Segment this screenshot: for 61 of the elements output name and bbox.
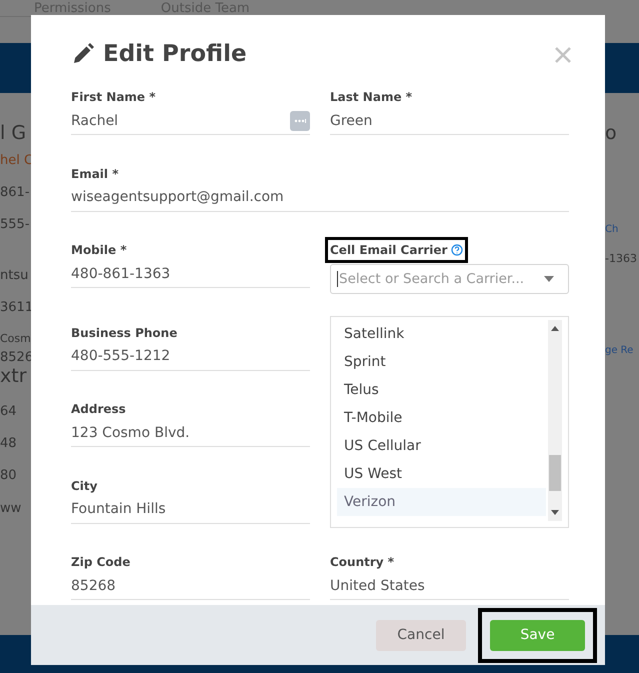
background-text: 80 [0, 469, 17, 484]
dropdown-option[interactable]: Sprint [337, 348, 546, 376]
scroll-down-icon[interactable] [551, 510, 559, 516]
field-label: Zip Code [71, 554, 130, 570]
background-text: ge Re [605, 344, 634, 356]
background-text: ww [0, 502, 22, 516]
background-text: 861- [0, 186, 30, 200]
background-text: xtr [0, 366, 27, 387]
dropdown-option[interactable]: T-Mobile [337, 404, 546, 432]
password-manager-icon[interactable] [290, 110, 310, 130]
field-value: 480-861-1363 [71, 266, 170, 282]
dialog-title: Edit Profile [71, 41, 247, 67]
help-icon[interactable] [451, 244, 464, 256]
dropdown-option[interactable]: Satellink [337, 320, 546, 348]
background-text: 48 [0, 436, 17, 452]
field-value: 85268 [71, 578, 116, 594]
field-label: City [71, 478, 98, 494]
field-value: Fountain Hills [71, 501, 166, 518]
select-placeholder: Select or Search a Carrier... [337, 271, 524, 288]
background-text: 3611 [0, 301, 34, 316]
text-field[interactable]: United States [330, 578, 569, 600]
field-value: wiseagentsupport@gmail.com [71, 189, 284, 206]
scrollbar[interactable] [548, 320, 562, 522]
background-text: o [605, 123, 617, 144]
text-field[interactable]: Fountain Hills [71, 502, 310, 524]
field-label: Email * [71, 166, 118, 182]
scroll-up-icon[interactable] [551, 326, 559, 332]
field-value: 480-555-1212 [71, 348, 170, 364]
background-text: l G [0, 123, 26, 144]
dropdown-option[interactable]: Telus [337, 376, 546, 404]
background-text: 64 [0, 404, 17, 419]
dropdown-option[interactable]: US Cellular [337, 432, 546, 460]
field-label: Last Name * [330, 89, 412, 105]
background-text: ntsu [0, 268, 28, 284]
background-text: 555- [0, 218, 30, 233]
background-text: Cosm [0, 333, 31, 346]
dropdown-option[interactable]: US West [337, 460, 546, 488]
field-label: Address [71, 401, 126, 418]
dropdown-option[interactable]: Verizon [337, 488, 546, 516]
text-field[interactable]: wiseagentsupport@gmail.com [71, 190, 569, 212]
field-value: Green [330, 112, 372, 128]
text-field[interactable]: 123 Cosmo Blvd. [71, 425, 310, 448]
field-value: 123 Cosmo Blvd. [71, 424, 190, 441]
caret-icon [544, 276, 554, 282]
field-label: Mobile * [71, 242, 127, 258]
text-field[interactable]: Green [330, 113, 569, 135]
field-value: Rachel [71, 112, 118, 128]
field-value: United States [330, 578, 425, 594]
text-field[interactable]: 480-861-1363 [71, 266, 310, 288]
field-label: First Name * [71, 89, 156, 105]
field-label: Business Phone [71, 324, 178, 341]
scrollbar-thumb[interactable] [549, 455, 561, 492]
text-field[interactable]: Rachel [71, 113, 310, 135]
text-field[interactable]: 85268 [71, 578, 310, 600]
background-text: Ch [605, 224, 618, 235]
background-text: -1363 [605, 252, 637, 265]
field-label-text: Cell Email Carrier [330, 242, 448, 258]
field-label: Country * [330, 554, 394, 570]
cancel-button[interactable]: Cancel [376, 620, 466, 650]
text-field[interactable]: 480-555-1212 [71, 348, 310, 371]
pencil-icon [71, 42, 95, 66]
